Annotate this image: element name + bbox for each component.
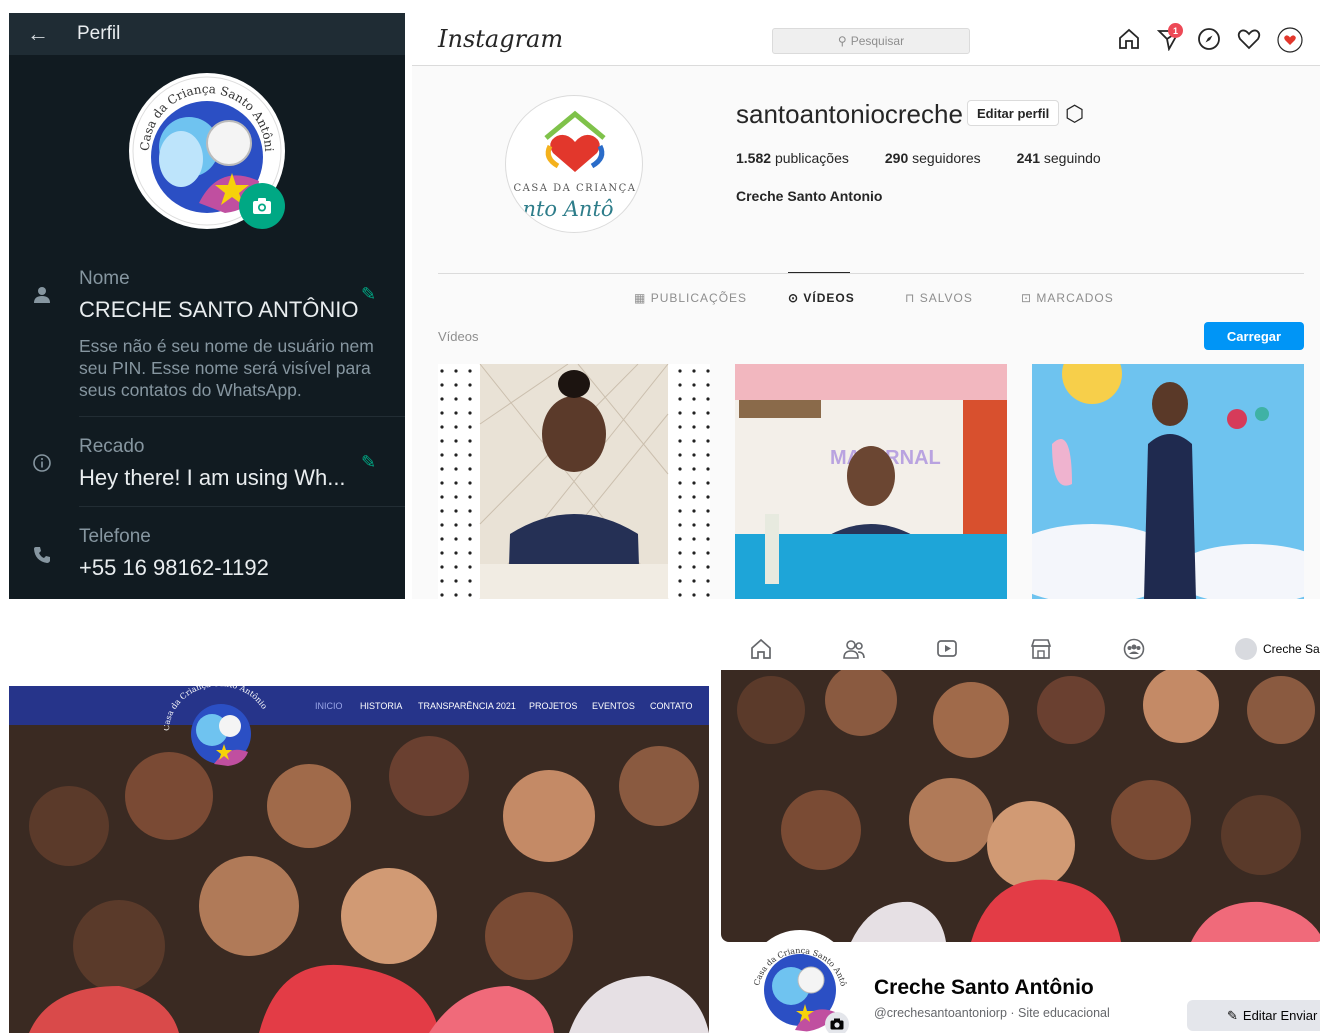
account-avatar <box>1235 638 1257 660</box>
tab-saved[interactable]: ⊓ SALVOS <box>905 291 973 305</box>
tab-tagged[interactable]: ⊡ MARCADOS <box>1021 291 1114 305</box>
change-photo-button[interactable] <box>239 183 285 229</box>
nav-link-eventos[interactable]: EVENTOS <box>592 701 635 711</box>
video-play-icon: ⊙ <box>788 291 800 305</box>
whatsapp-avatar[interactable]: Casa da Criança Santo Antônio <box>129 73 285 229</box>
divider <box>79 416 405 417</box>
back-arrow-icon[interactable]: ← <box>27 21 77 47</box>
about-value: Hey there! I am using Wh... <box>79 465 346 490</box>
tagged-person-icon: ⊡ <box>1021 291 1033 305</box>
edit-send-button[interactable]: ✎ Editar Enviar <box>1187 1000 1320 1031</box>
tabs-divider <box>438 273 1304 274</box>
website-hero-panel: INICIO HISTORIA TRANSPARÊNCIA 2021 PROJE… <box>9 686 709 1033</box>
phone-label: Telefone <box>79 526 151 547</box>
person-icon <box>33 286 55 308</box>
instagram-profile-picture[interactable]: CASA DA CRIANÇA nto Antô <box>505 95 643 233</box>
activity-heart-icon[interactable] <box>1237 27 1263 53</box>
svg-text:CASA DA CRIANÇA: CASA DA CRIANÇA <box>513 183 636 194</box>
videos-section-label: Vídeos <box>438 329 479 344</box>
followers-count[interactable]: 290 seguidores <box>885 150 981 166</box>
groups-icon[interactable] <box>1123 638 1145 660</box>
profile-avatar-icon[interactable] <box>1277 27 1303 53</box>
divider <box>79 506 405 507</box>
account-switcher[interactable]: Creche San <box>1235 638 1320 660</box>
whatsapp-title: Perfil <box>77 23 121 44</box>
instagram-navbar: Instagram ⚲ Pesquisar 1 <box>412 13 1320 66</box>
camera-icon <box>253 198 271 214</box>
settings-gear-icon[interactable]: ⬡ <box>1065 101 1084 127</box>
instagram-nav-icons: 1 <box>1117 23 1303 53</box>
creche-logo-image: CASA DA CRIANÇA nto Antô <box>513 110 636 221</box>
video-thumbnail[interactable]: MATERNAL <box>735 364 1007 599</box>
edit-about-pencil-icon[interactable]: ✎ <box>361 452 376 473</box>
edit-name-pencil-icon[interactable]: ✎ <box>361 284 376 305</box>
instagram-logo[interactable]: Instagram <box>438 25 563 53</box>
edit-profile-button[interactable]: Editar perfil <box>967 100 1060 126</box>
video-thumbnail[interactable] <box>1032 364 1304 599</box>
children-group-photo <box>9 686 709 1033</box>
upload-button[interactable]: Carregar <box>1204 322 1304 350</box>
home-icon[interactable] <box>1117 27 1143 53</box>
instagram-profile-panel: Instagram ⚲ Pesquisar 1 CASA DA CRIANÇA … <box>412 13 1320 599</box>
following-count[interactable]: 241 seguindo <box>1017 150 1101 166</box>
bookmark-icon: ⊓ <box>905 291 916 305</box>
whatsapp-profile-panel: ← Perfil Casa da Criança Santo Antônio <box>9 13 405 599</box>
search-placeholder: Pesquisar <box>850 34 905 48</box>
video-thumbnail[interactable] <box>438 364 710 599</box>
nav-link-contato[interactable]: CONTATO <box>650 701 693 711</box>
update-profile-photo-button[interactable] <box>825 1012 849 1033</box>
watch-video-icon[interactable] <box>936 638 958 660</box>
explore-compass-icon[interactable] <box>1197 27 1223 53</box>
facebook-page-panel: Creche San Casa da Criança Santo Antônio <box>717 628 1320 1033</box>
facebook-page-name: Creche Santo Antônio <box>874 976 1094 999</box>
whatsapp-topbar: ← Perfil <box>9 13 405 55</box>
grid-icon: ▦ <box>634 291 647 305</box>
search-input[interactable]: ⚲ Pesquisar <box>772 28 970 54</box>
account-name: Creche San <box>1263 642 1320 656</box>
svg-text:nto Antô: nto Antô <box>522 197 613 221</box>
notification-badge: 1 <box>1168 23 1183 38</box>
search-icon: ⚲ <box>837 34 847 48</box>
direct-messages-icon[interactable]: 1 <box>1156 23 1183 53</box>
nav-link-inicio[interactable]: INICIO <box>315 701 343 711</box>
tab-posts[interactable]: ▦ PUBLICAÇÕES <box>634 291 747 305</box>
website-logo[interactable]: Casa da Criança Santo Antônio <box>164 686 274 766</box>
website-navbar: INICIO HISTORIA TRANSPARÊNCIA 2021 PROJE… <box>9 686 709 725</box>
active-tab-indicator <box>788 272 850 273</box>
camera-icon <box>830 1018 844 1030</box>
instagram-username: santoantoniocreche <box>736 99 963 129</box>
name-hint: Esse não é seu nome de usuário nem seu P… <box>79 336 374 400</box>
edit-send-label: Editar Enviar <box>1242 1008 1318 1023</box>
profile-stats: 1.582 publicações 290 seguidores 241 seg… <box>736 150 1101 166</box>
friends-icon[interactable] <box>843 638 865 660</box>
tab-videos[interactable]: ⊙ VÍDEOS <box>788 291 855 305</box>
marketplace-icon[interactable] <box>1030 638 1052 660</box>
home-icon[interactable] <box>750 638 772 660</box>
nav-link-historia[interactable]: HISTORIA <box>360 701 402 711</box>
info-icon <box>33 454 55 476</box>
nav-link-projetos[interactable]: PROJETOS <box>529 701 577 711</box>
facebook-navbar: Creche San <box>717 628 1320 670</box>
phone-value: +55 16 98162-1192 <box>79 555 269 580</box>
name-label: Nome <box>79 268 130 289</box>
facebook-page-handle: @crechesantoantoniorp · Site educacional <box>874 1006 1110 1020</box>
phone-icon <box>33 546 55 568</box>
posts-count[interactable]: 1.582 publicações <box>736 150 849 166</box>
profile-full-name: Creche Santo Antonio <box>736 188 883 204</box>
pencil-icon: ✎ <box>1227 1007 1238 1023</box>
about-label: Recado <box>79 436 145 457</box>
name-value: CRECHE SANTO ANTÔNIO <box>79 297 359 322</box>
cover-photo[interactable] <box>721 670 1320 942</box>
nav-link-transparencia[interactable]: TRANSPARÊNCIA 2021 <box>418 701 516 711</box>
